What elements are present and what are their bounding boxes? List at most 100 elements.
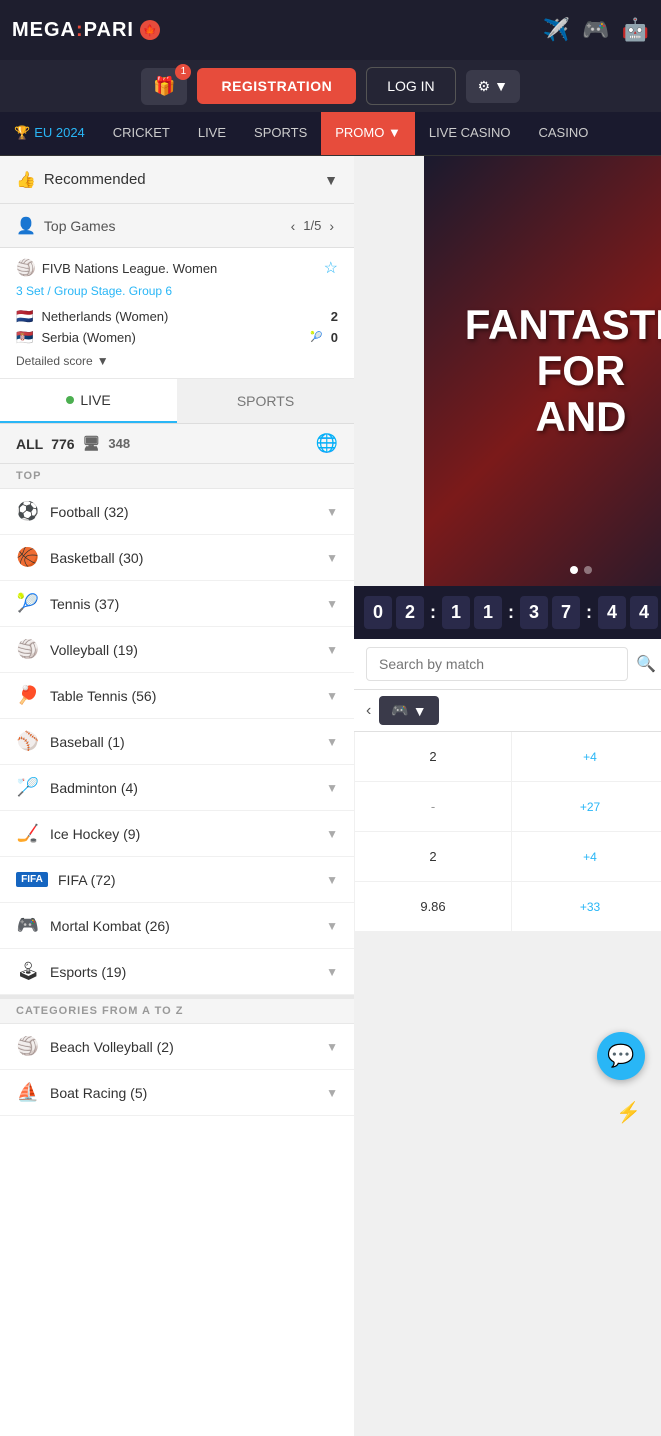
filter-gamepad-button[interactable]: 🎮 ▼	[379, 696, 438, 725]
chevron-icon-ice-hockey: ▼	[326, 827, 338, 841]
team1-name: Netherlands (Women)	[41, 309, 168, 324]
registration-button[interactable]: REGISTRATION	[197, 68, 356, 104]
top-games-next-button[interactable]: ›	[325, 216, 338, 236]
nav-item-casino[interactable]: CASINO	[524, 112, 602, 156]
banner-dot-2	[584, 566, 592, 574]
team2-score-value: 0	[331, 330, 338, 345]
filter-chevron-left-icon[interactable]: ‹	[366, 702, 371, 720]
tab-sports[interactable]: SPORTS	[177, 379, 354, 423]
countdown-sep2: :	[506, 602, 516, 623]
nav-item-cricket[interactable]: CRICKET	[99, 112, 184, 156]
countdown-bar: 0 2 : 1 1 : 3 7 : 4 4	[354, 586, 661, 639]
nav-item-sports[interactable]: SPORTS	[240, 112, 321, 156]
sport-left-baseball: ⚾ Baseball (1)	[16, 731, 125, 752]
tab-live[interactable]: LIVE	[0, 379, 177, 423]
star-icon[interactable]: ☆	[324, 258, 338, 278]
banner-line1: FANTASTIC	[465, 301, 661, 348]
serve-icon: 🎾	[310, 332, 322, 343]
ice-hockey-icon: 🏒	[16, 823, 40, 844]
odds-cell-1-2[interactable]: +4	[511, 732, 661, 781]
search-input[interactable]	[366, 647, 628, 681]
sport-item-football[interactable]: ⚽ Football (32) ▼	[0, 489, 354, 535]
countdown-sep3: :	[584, 602, 594, 623]
odds-cell-4-1[interactable]: 9.86	[354, 882, 511, 931]
odds-row-4: 9.86 +33	[354, 882, 661, 932]
sport-name-football: Football (32)	[50, 504, 129, 520]
logo-text: MEGA:PARI	[12, 19, 134, 42]
chevron-icon-esports: ▼	[326, 965, 338, 979]
action-bar: 🎁 1 REGISTRATION LOG IN ⚙ ▼	[0, 60, 661, 112]
search-bar: 🔍	[354, 639, 661, 690]
boat-racing-icon: ⛵	[16, 1082, 40, 1103]
countdown-d6: 4	[598, 596, 626, 629]
sport-left-volleyball: 🏐 Volleyball (19)	[16, 639, 138, 660]
nav-label-casino: CASINO	[538, 125, 588, 140]
search-button[interactable]: 🔍	[636, 654, 656, 674]
login-button[interactable]: LOG IN	[366, 67, 455, 105]
nav-item-eu2024[interactable]: 🏆 EU 2024	[0, 112, 99, 156]
detailed-score[interactable]: Detailed score ▼	[16, 354, 338, 368]
sport-item-tennis[interactable]: 🎾 Tennis (37) ▼	[0, 581, 354, 627]
chevron-icon-mortal-kombat: ▼	[326, 919, 338, 933]
odds-cell-2-2[interactable]: +27	[511, 782, 661, 831]
countdown-sep1: :	[428, 602, 438, 623]
fifa-icon: FIFA	[16, 872, 48, 887]
sport-name-fifa: FIFA (72)	[58, 872, 116, 888]
nav-item-live[interactable]: LIVE	[184, 112, 240, 156]
sport-name-basketball: Basketball (30)	[50, 550, 143, 566]
tennis-icon: 🎾	[16, 593, 40, 614]
odds-cell-3-2[interactable]: +4	[511, 832, 661, 881]
banner-dot-1	[570, 566, 578, 574]
banner-line3: AND	[535, 393, 626, 440]
category-item-boat-racing[interactable]: ⛵ Boat Racing (5) ▼	[0, 1070, 354, 1116]
detailed-score-label: Detailed score	[16, 354, 93, 368]
odds-cell-1-1[interactable]: 2	[354, 732, 511, 781]
sport-item-mortal-kombat[interactable]: 🎮 Mortal Kombat (26) ▼	[0, 903, 354, 949]
sport-item-table-tennis[interactable]: 🏓 Table Tennis (56) ▼	[0, 673, 354, 719]
sport-item-volleyball[interactable]: 🏐 Volleyball (19) ▼	[0, 627, 354, 673]
team1-flag-icon: 🇳🇱	[16, 308, 33, 325]
team1-score: 2	[331, 309, 338, 324]
team1-info: 🇳🇱 Netherlands (Women)	[16, 308, 168, 325]
chat-button[interactable]: 💬	[597, 1032, 645, 1080]
nav-item-promo[interactable]: PROMO ▼	[321, 112, 415, 156]
chevron-icon-fifa: ▼	[326, 873, 338, 887]
tab-live-label: LIVE	[80, 392, 110, 408]
logo: MEGA:PARI 🍁	[12, 19, 160, 42]
countdown-d1: 2	[396, 596, 424, 629]
odds-cell-3-1[interactable]: 2	[354, 832, 511, 881]
beach-volleyball-icon: 🏐	[16, 1036, 40, 1057]
volleyball-league-icon: 🏐	[16, 258, 36, 278]
countdown-d2: 1	[442, 596, 470, 629]
team2-score: 🎾 0	[310, 330, 338, 345]
nav-label-sports: SPORTS	[254, 125, 307, 140]
gift-button[interactable]: 🎁 1	[141, 68, 187, 105]
nav-label-cricket: CRICKET	[113, 125, 170, 140]
sport-item-badminton[interactable]: 🏸 Badminton (4) ▼	[0, 765, 354, 811]
odds-cell-4-2[interactable]: +33	[511, 882, 661, 931]
monitor-count: 348	[108, 436, 130, 451]
header-icons: ✈️ 🎮 🤖	[543, 17, 649, 43]
category-item-beach-volleyball[interactable]: 🏐 Beach Volleyball (2) ▼	[0, 1024, 354, 1070]
sport-item-esports[interactable]: 🕹 Esports (19) ▼	[0, 949, 354, 995]
recommended-left: 👍 Recommended	[16, 170, 146, 190]
chevron-icon-cat-beach-volleyball: ▼	[326, 1040, 338, 1054]
chevron-icon-football: ▼	[326, 505, 338, 519]
team2-info: 🇷🇸 Serbia (Women)	[16, 329, 136, 346]
recommended-bar[interactable]: 👍 Recommended ▼	[0, 156, 354, 204]
team2-flag-icon: 🇷🇸	[16, 329, 33, 346]
sport-item-basketball[interactable]: 🏀 Basketball (30) ▼	[0, 535, 354, 581]
nav-item-live-casino[interactable]: LIVE CASINO	[415, 112, 525, 156]
all-count-bar: ALL 776 🖥 348 🌐	[0, 424, 354, 464]
sport-item-baseball[interactable]: ⚾ Baseball (1) ▼	[0, 719, 354, 765]
sport-item-ice-hockey[interactable]: 🏒 Ice Hockey (9) ▼	[0, 811, 354, 857]
sport-item-fifa[interactable]: FIFA FIFA (72) ▼	[0, 857, 354, 903]
esports-icon: 🕹	[16, 961, 40, 982]
top-games-prev-button[interactable]: ‹	[287, 216, 300, 236]
globe-icon: 🌐	[316, 433, 338, 454]
cat-left-beach-volleyball: 🏐 Beach Volleyball (2)	[16, 1036, 174, 1057]
odds-cell-2-1[interactable]: -	[354, 782, 511, 831]
settings-button[interactable]: ⚙ ▼	[466, 70, 520, 103]
match-header-left: 🏐 FIVB Nations League. Women	[16, 258, 217, 278]
sport-name-tennis: Tennis (37)	[50, 596, 119, 612]
